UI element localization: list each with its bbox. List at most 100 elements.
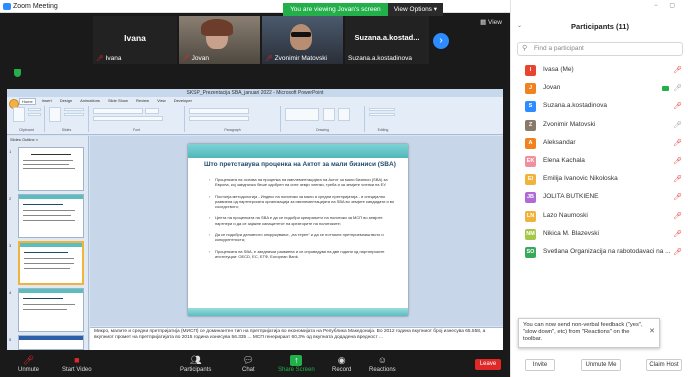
mic-icon: 🎤︎ (673, 85, 682, 93)
close-icon[interactable]: ✕ (649, 328, 655, 335)
thumb-line (23, 220, 75, 221)
video-tile-jovan[interactable]: 🎤︎ Jovan (179, 16, 260, 64)
reactions-label: Reactions (369, 367, 396, 373)
tile-label: 🎤︎ Zvonimir Matovski (265, 55, 327, 62)
mic-muted-icon: 🎤︎ (673, 194, 682, 202)
slide-thumbnail (18, 335, 84, 350)
leave-button[interactable]: Leave (475, 359, 501, 370)
participant-name: Suzana.a.kostadinova (543, 102, 607, 110)
thumb-line (23, 298, 63, 299)
thumb-line (24, 263, 74, 264)
invite-button[interactable]: Invite (525, 359, 555, 371)
chat-button[interactable]: 💬︎ Chat (242, 355, 255, 373)
start-video-button[interactable]: ■ Start Video (62, 355, 92, 373)
participants-footer: Invite Unmute Me Claim Host (510, 356, 688, 374)
video-tile-zvonimir[interactable]: 🎤︎ Zvonimir Matovski (262, 16, 343, 64)
feedback-notification: You can now send non-verbal feedback ("y… (518, 318, 660, 348)
record-button[interactable]: ◉ Record (332, 355, 351, 373)
ribbon-group-label: Drawing (316, 128, 329, 132)
participant-name: Jovan (543, 84, 561, 92)
participant-name: Zvonimir Matovski (543, 120, 596, 128)
unmute-me-button[interactable]: Unmute Me (581, 359, 621, 371)
slide-bullet: Постоеја методологија - Индекс на полити… (209, 194, 396, 210)
participant-row[interactable]: J Jovan 🎤︎ (511, 80, 688, 98)
participant-row[interactable]: EI Emilija Ivanovic Nikoloska 🎤︎ (511, 171, 688, 189)
start-video-label: Start Video (62, 367, 92, 373)
participants-icon: 👥︎ (189, 355, 202, 365)
shapes-gallery-icon (285, 108, 319, 121)
tile-label: 🎤︎ Ivana (96, 55, 122, 62)
ribbon-group: Editing (365, 106, 401, 132)
paste-icon (13, 107, 25, 122)
thumb-line (24, 268, 70, 269)
participant-name: Svetlana Organizacija na rabotodavaci na… (543, 248, 671, 255)
ribbon-group-label: Editing (377, 128, 389, 132)
sharing-banner: You are viewing Jovan's screen View Opti… (283, 3, 443, 16)
participant-row[interactable]: A Aleksandar 🎤︎ (511, 135, 688, 153)
avatar: LN (525, 210, 536, 222)
cut-icon (28, 108, 41, 111)
slide-bullet: Проценката на основа на проценка на импл… (209, 177, 396, 188)
thumb-stripe (19, 336, 83, 340)
participant-row[interactable]: LN Lazo Naumoski 🎤︎ (511, 208, 688, 226)
tile-label-text: Ivana (105, 55, 122, 62)
view-label: View (488, 19, 502, 26)
slide-number: 2 (9, 196, 12, 201)
layout-icon (64, 108, 84, 111)
ribbon-group: Slides (45, 106, 89, 132)
thumb-line (23, 164, 69, 165)
thumb-stripe (19, 195, 83, 199)
video-tile-suzana[interactable]: Suzana.a.kostad... Suzana.a.kostadinova (345, 16, 429, 64)
reactions-button[interactable]: ☺ Reactions (369, 355, 396, 373)
gallery-view-button[interactable]: ▦ View (480, 18, 502, 26)
participant-row[interactable]: I Ivasa (Me) 🎤︎ (511, 62, 688, 80)
chevron-right-icon[interactable]: › (433, 33, 449, 49)
claim-host-button[interactable]: Claim Host (646, 359, 682, 371)
align-icons (189, 116, 249, 121)
share-screen-button[interactable]: ↑ Share Screen (278, 355, 315, 373)
view-options-button[interactable]: View Options ▾ (387, 3, 443, 16)
participant-name: Emilija Ivanovic Nikoloska (543, 175, 618, 183)
participant-row[interactable]: SO Svetlana Organizacija na rabotodavaci … (511, 244, 688, 262)
participant-name: Lazo Naumoski (543, 211, 588, 219)
ribbon-group: Paragraph (185, 106, 281, 132)
mic-muted-icon: 🎤︎ (265, 56, 273, 62)
font-format-icons (93, 116, 163, 121)
avatar: EI (525, 174, 536, 186)
unmute-button[interactable]: 🎤︎ Unmute (18, 355, 39, 373)
tile-label-text: Zvonimir Matovski (274, 55, 327, 62)
ribbon-group-label: Paragraph (224, 128, 241, 132)
thumb-stripe (20, 243, 82, 247)
search-placeholder: Find a participant (534, 45, 584, 52)
encryption-shield-icon[interactable] (14, 69, 21, 77)
thumb-line (23, 160, 73, 161)
viewing-screen-label: You are viewing Jovan's screen (283, 3, 388, 16)
participants-label: Participants (180, 367, 212, 373)
avatar: I (525, 65, 536, 76)
zoom-app-icon (3, 3, 11, 10)
window-controls[interactable]: − ▢ (654, 2, 680, 9)
notification-text: You can now send non-verbal feedback ("y… (523, 322, 643, 342)
mic-muted-icon: 🎤︎ (673, 249, 682, 256)
record-icon: ◉ (337, 355, 346, 365)
participant-name: Ivasa (Me) (543, 66, 574, 73)
slide-thumbnail (18, 288, 84, 332)
participant-row[interactable]: S Suzana.a.kostadinova 🎤︎ (511, 98, 688, 116)
participant-row[interactable]: EK Elena Kachala 🎤︎ (511, 153, 688, 171)
participant-search-input[interactable]: ⚲ Find a participant (517, 42, 683, 56)
ribbon-tabs: Home Insert Design Animations Slide Show… (19, 98, 194, 105)
participant-name: Aleksandar (543, 138, 576, 146)
participant-row[interactable]: JB JOLITA BUTKIENE 🎤︎ (511, 189, 688, 207)
slide-number: 5 (9, 337, 12, 342)
video-strip: Ivana 🎤︎ Ivana 🎤︎ Jovan 🎤︎ Zvonimir Matovsk… (0, 14, 510, 66)
participant-row[interactable]: Z Zvonimir Matovski 🎤︎ (511, 117, 688, 135)
speaker-notes: Микро, малите и средни претпријатија (МИ… (90, 327, 503, 350)
participants-button[interactable]: 👥︎ Participants (180, 355, 211, 373)
thumb-line (23, 304, 75, 305)
video-tile-ivana[interactable]: Ivana 🎤︎ Ivana (93, 16, 177, 64)
participant-row[interactable]: NM Nikica M. Blazevski 🎤︎ (511, 226, 688, 244)
slide-bullet: Да се подобри деловното опкружување, „на… (209, 232, 396, 243)
chat-label: Chat (242, 367, 255, 373)
slide-bullet: Проценката на SBA, е заеднички развиена … (209, 249, 396, 260)
ribbon-group: Clipboard (9, 106, 45, 132)
